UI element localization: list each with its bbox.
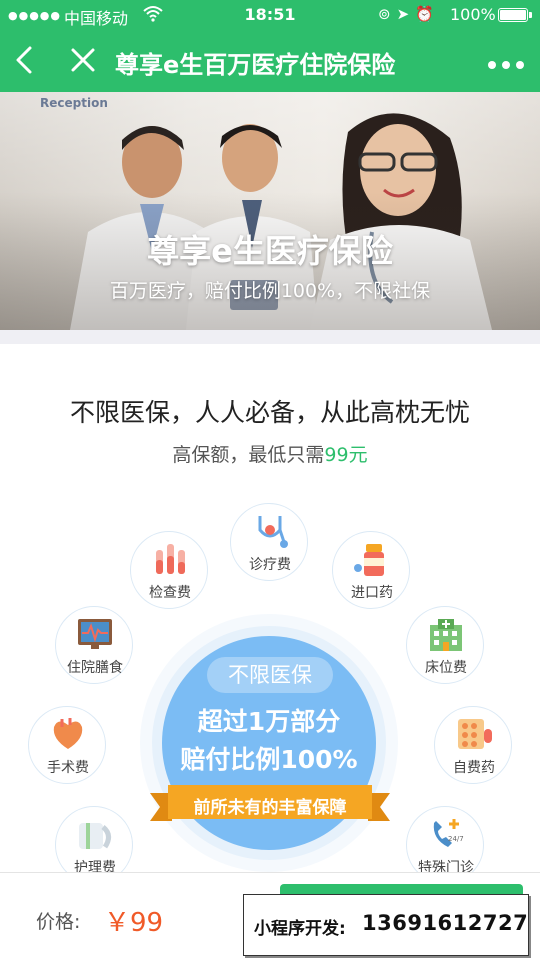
developer-phone: 13691612727	[362, 911, 529, 935]
alarm-icon: ⏰	[415, 5, 440, 23]
heart-icon	[53, 718, 83, 749]
bandage-icon	[79, 823, 111, 849]
coverage-line-1: 超过1万部分	[197, 707, 341, 736]
coverage-item-label: 床位费	[425, 660, 467, 676]
coverage-item-surgery: 手术费	[28, 706, 106, 784]
navigation-bar: 尊享e生百万医疗住院保险	[0, 30, 540, 92]
monitor-ecg-icon	[78, 619, 112, 649]
coverage-line-2: 赔付比例100%	[180, 745, 358, 774]
coverage-item-hospital-meals: 住院膳食	[55, 606, 133, 684]
coverage-item-imported-drugs: 进口药	[332, 531, 410, 609]
orientation-lock-icon: ⊚	[378, 5, 397, 23]
developer-label: 小程序开发:	[254, 919, 346, 939]
coverage-item-bed: 床位费	[406, 606, 484, 684]
lowest-price: 99元	[324, 444, 368, 466]
product-subtagline: 高保额，最低只需99元	[0, 440, 540, 467]
price-value: ￥99	[104, 908, 164, 938]
battery-icon	[498, 8, 528, 22]
pill-pack-icon	[458, 719, 492, 749]
medicine-bottle-icon	[354, 544, 384, 576]
coverage-item-label: 住院膳食	[67, 660, 123, 676]
status-icons: ⊚➤⏰	[378, 5, 440, 23]
location-icon: ➤	[396, 5, 416, 23]
svg-text:24/7: 24/7	[448, 835, 464, 843]
more-menu-icon[interactable]	[486, 56, 526, 69]
test-tubes-icon	[156, 544, 185, 574]
subtag-text: 高保额，最低只需	[172, 444, 325, 466]
coverage-item-label: 诊疗费	[249, 557, 291, 573]
banner-headline: 尊享e生医疗保险	[147, 232, 393, 270]
coverage-item-examination: 检查费	[130, 531, 208, 609]
coverage-item-label: 检查费	[149, 585, 191, 601]
coverage-item-self-paid-drugs: 自费药	[434, 706, 512, 784]
coverage-item-consultation: 诊疗费	[230, 503, 308, 581]
status-bar: ●●●●● 中国移动 18:51 ⊚➤⏰ 100%	[0, 0, 540, 30]
hospital-building-icon	[430, 619, 462, 651]
coverage-item-label: 自费药	[453, 760, 495, 776]
stethoscope-icon	[258, 516, 288, 548]
battery-tip	[529, 12, 532, 18]
hero-banner: Reception 尊享e生医疗保险 百万医疗，赔付比例100%，不限社保	[0, 92, 540, 330]
close-icon[interactable]	[68, 45, 98, 75]
coverage-pill: 不限医保	[207, 657, 333, 693]
section-divider	[0, 330, 540, 344]
battery-percent: 100%	[450, 5, 496, 24]
product-tagline: 不限医保，人人必备，从此高枕无忧	[69, 398, 470, 427]
page-title: 尊享e生百万医疗住院保险	[115, 51, 396, 79]
developer-contact-box: 小程序开发: 13691612727	[243, 894, 529, 956]
banner-subline: 百万医疗，赔付比例100%，不限社保	[109, 280, 431, 302]
price-label: 价格:	[36, 911, 81, 933]
coverage-item-label: 进口药	[351, 585, 393, 601]
coverage-item-label: 手术费	[47, 760, 89, 776]
phone-24-7-icon: 24/7	[433, 819, 464, 847]
coverage-ribbon-text: 前所未有的丰富保障	[193, 798, 347, 818]
back-icon[interactable]	[10, 44, 40, 76]
